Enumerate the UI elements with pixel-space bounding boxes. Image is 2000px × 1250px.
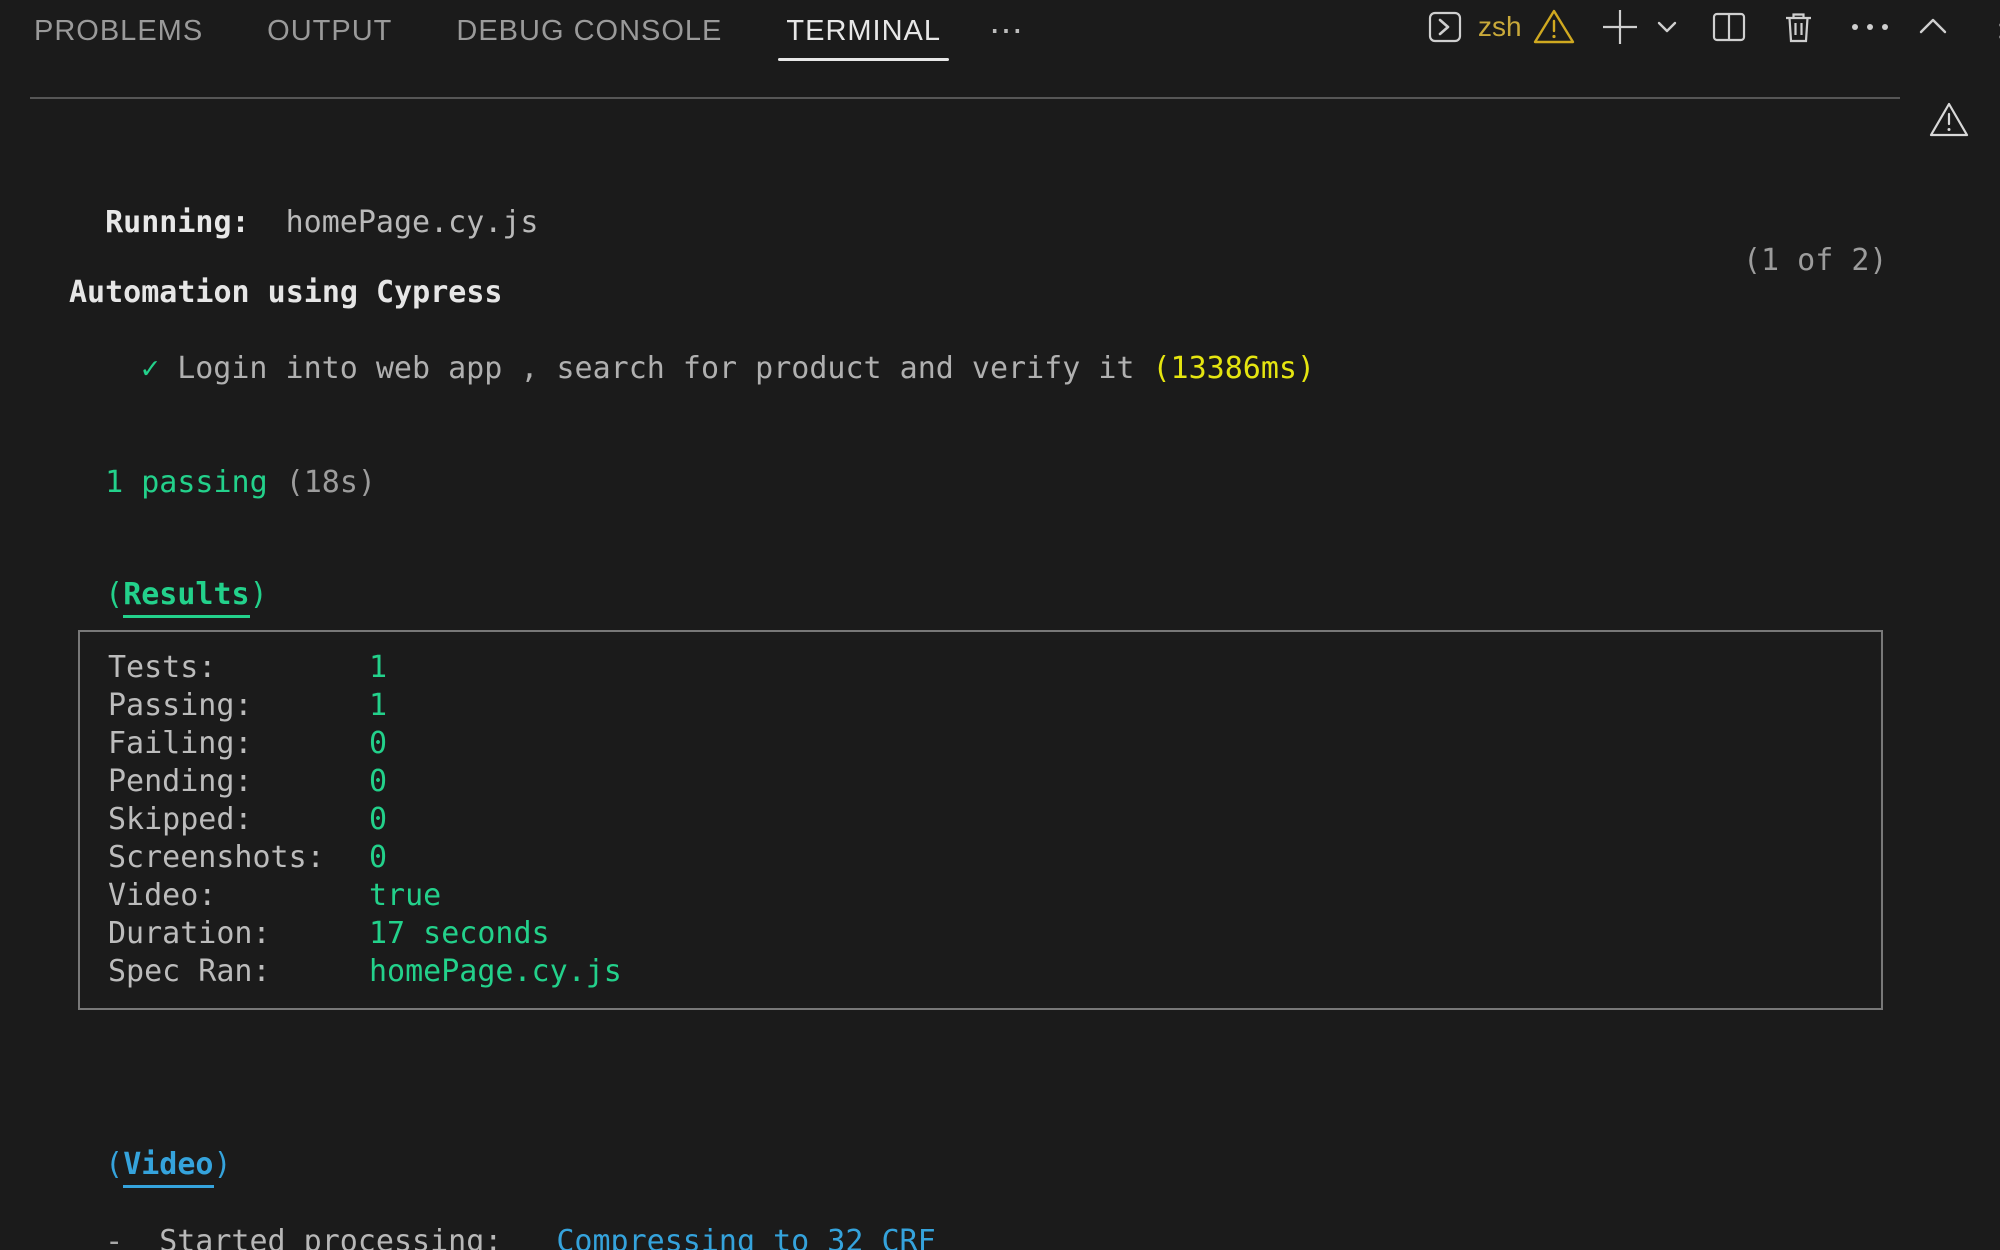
row-label: Skipped:: [108, 801, 369, 839]
results-open-paren: (: [105, 577, 123, 612]
close-panel-icon[interactable]: [1994, 20, 2000, 46]
running-line: Running:homePage.cy.js (1 of 2): [69, 166, 539, 280]
running-spec-file: homePage.cy.js: [286, 205, 539, 240]
test-name: Login into web app , search for product …: [177, 351, 1134, 386]
tabs-overflow-icon[interactable]: ⋯: [989, 11, 1025, 51]
row-value: 0: [369, 725, 387, 763]
video-open-paren: (: [105, 1147, 123, 1182]
suite-title: Automation using Cypress: [69, 274, 502, 312]
row-label: Failing:: [108, 725, 369, 763]
check-icon: ✓: [141, 351, 159, 386]
table-row: Spec Ran:homePage.cy.js: [108, 953, 1881, 991]
video-link[interactable]: Video: [123, 1147, 213, 1188]
results-link[interactable]: Results: [123, 577, 249, 618]
tab-terminal[interactable]: TERMINAL: [786, 0, 941, 62]
row-label: Duration:: [108, 915, 369, 953]
warning-notification-icon[interactable]: [1928, 100, 1970, 140]
profiles-chevron-icon[interactable]: [1654, 14, 1680, 40]
row-label: Screenshots:: [108, 839, 369, 877]
kill-terminal-icon[interactable]: [1780, 8, 1817, 46]
panel-divider: [30, 97, 1900, 99]
terminal-toolbar: zsh: [1427, 0, 1950, 54]
shell-name-label[interactable]: zsh: [1478, 11, 1522, 43]
panel-tabbar: PROBLEMS OUTPUT DEBUG CONSOLE TERMINAL ⋯: [34, 0, 1025, 62]
spec-counter: (1 of 2): [1743, 242, 1888, 280]
table-row: Skipped:0: [108, 801, 1881, 839]
split-terminal-icon[interactable]: [1710, 8, 1748, 46]
row-label: Spec Ran:: [108, 953, 369, 991]
table-row: Failing:0: [108, 725, 1881, 763]
tab-output[interactable]: OUTPUT: [267, 0, 392, 62]
table-row: Screenshots:0: [108, 839, 1881, 877]
results-heading: (Results): [69, 538, 268, 614]
row-value: 0: [369, 801, 387, 839]
video-finished-line: -Finished processing:1 second: [69, 1223, 683, 1250]
table-row: Duration:17 seconds: [108, 915, 1881, 953]
running-label: Running:: [105, 205, 250, 240]
tab-problems[interactable]: PROBLEMS: [34, 0, 203, 62]
summary-duration: (18s): [286, 465, 376, 500]
row-label: Video:: [108, 877, 369, 915]
row-value: true: [369, 877, 441, 915]
maximize-panel-icon[interactable]: [1916, 10, 1950, 44]
table-row: Video:true: [108, 877, 1881, 915]
table-row: Pending:0: [108, 763, 1881, 801]
more-actions-icon[interactable]: [1849, 9, 1891, 45]
row-value: 17 seconds: [369, 915, 550, 953]
results-table: Tests:1 Passing:1 Failing:0 Pending:0 Sk…: [78, 630, 1883, 1010]
launch-profile-icon[interactable]: [1427, 9, 1463, 45]
row-value: 0: [369, 839, 387, 877]
test-result-line: ✓ Login into web app , search for product…: [69, 312, 1315, 388]
row-value: 0: [369, 763, 387, 801]
passing-count: 1 passing: [105, 465, 268, 500]
row-value: 1: [369, 687, 387, 725]
new-terminal-icon[interactable]: [1598, 5, 1642, 49]
video-heading: (Video): [69, 1108, 232, 1184]
row-label: Tests:: [108, 649, 369, 687]
tab-debug-console[interactable]: DEBUG CONSOLE: [456, 0, 722, 62]
table-row: Tests:1: [108, 649, 1881, 687]
test-duration: (13386ms): [1152, 351, 1315, 386]
summary-line: 1 passing (18s): [69, 426, 376, 502]
warning-icon[interactable]: [1532, 7, 1576, 47]
table-row: Passing:1: [108, 687, 1881, 725]
row-label: Passing:: [108, 687, 369, 725]
row-value: homePage.cy.js: [369, 953, 622, 991]
video-close-paren: ): [214, 1147, 232, 1182]
row-label: Pending:: [108, 763, 369, 801]
row-value: 1: [369, 649, 387, 687]
results-close-paren: ): [250, 577, 268, 612]
